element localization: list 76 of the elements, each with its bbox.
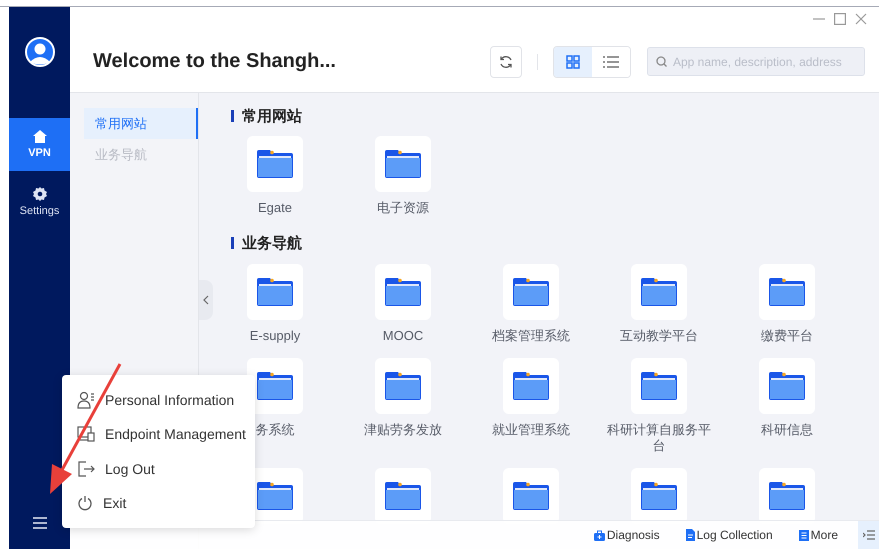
grid-view-button[interactable]: [554, 46, 592, 76]
app-tile[interactable]: [631, 358, 687, 414]
folder-icon: [641, 278, 677, 306]
settings-icon: [32, 186, 46, 200]
indent-icon[interactable]: [858, 521, 879, 549]
folder-icon: [385, 482, 421, 510]
avatar[interactable]: [24, 37, 54, 67]
app-tile[interactable]: [247, 358, 303, 414]
power-icon: [77, 495, 93, 512]
sidebar-item[interactable]: VPN: [9, 118, 70, 171]
folder-icon: [513, 372, 549, 400]
collapse-button[interactable]: [199, 280, 213, 320]
footer-link[interactable]: More: [798, 528, 838, 542]
refresh-button[interactable]: [490, 46, 522, 78]
app-label: E-supply: [250, 328, 300, 344]
search-icon: [656, 56, 667, 67]
app-tile[interactable]: [247, 264, 303, 320]
section-title: 业务导航: [242, 234, 302, 252]
menu-item[interactable]: Exit: [62, 486, 255, 520]
home-icon: [32, 130, 46, 143]
folder-icon: [257, 482, 293, 510]
folder-icon: [769, 372, 805, 400]
folder-icon: [385, 278, 421, 306]
app-label: 电子资源: [377, 200, 429, 216]
app-label: 务系统: [256, 422, 294, 438]
folder-icon: [769, 482, 805, 510]
app-tile[interactable]: [375, 264, 431, 320]
app-tile[interactable]: [503, 358, 559, 414]
person-icon: [77, 390, 95, 409]
folder-icon: [385, 372, 421, 400]
section-title: 常用网站: [242, 106, 302, 126]
nav-item[interactable]: 常用网站: [84, 108, 198, 139]
grid-icon: [566, 54, 580, 68]
app-tile[interactable]: [375, 358, 431, 414]
devices-icon: [77, 426, 95, 442]
folder-icon: [257, 372, 293, 400]
app-tile[interactable]: [375, 136, 431, 192]
app-tile[interactable]: [247, 136, 303, 192]
app-label: 科研信息: [761, 422, 813, 438]
footer-link[interactable]: Diagnosis: [594, 528, 660, 542]
folder-icon: [385, 150, 421, 178]
menu-item[interactable]: Log Out: [62, 452, 255, 486]
document-icon: [686, 529, 695, 541]
menu-item[interactable]: Endpoint Management: [62, 417, 255, 452]
folder-icon: [641, 372, 677, 400]
maximize-icon[interactable]: [834, 13, 846, 25]
folder-icon: [641, 482, 677, 510]
toolbox-icon: [594, 530, 605, 540]
logout-icon: [77, 460, 95, 477]
refresh-icon: [499, 54, 513, 68]
app-label: 科研计算自服务平台: [606, 422, 712, 454]
folder-icon: [513, 482, 549, 510]
close-icon[interactable]: [855, 13, 867, 25]
app-label: 互动教学平台: [620, 328, 698, 344]
app-label: MOOC: [382, 328, 424, 344]
app-tile[interactable]: [503, 264, 559, 320]
list-icon: [603, 56, 619, 68]
app-label: Egate: [258, 200, 292, 216]
app-tile[interactable]: [631, 264, 687, 320]
chevron-left-icon: [203, 295, 209, 305]
folder-icon: [513, 278, 549, 306]
folder-icon: [257, 150, 293, 178]
folder-icon: [769, 278, 805, 306]
app-label: 缴费平台: [761, 328, 813, 344]
app-tile[interactable]: [759, 264, 815, 320]
app-label: 档案管理系统: [492, 328, 570, 344]
sidebar-item[interactable]: Settings: [9, 179, 70, 224]
app-label: 津贴劳务发放: [364, 422, 442, 438]
app-tile[interactable]: [759, 358, 815, 414]
footer-link[interactable]: Log Collection: [686, 528, 773, 542]
list-icon: [798, 530, 809, 540]
menu-icon[interactable]: [32, 517, 46, 529]
folder-icon: [257, 278, 293, 306]
menu-item[interactable]: Personal Information: [62, 382, 255, 417]
window-title: Welcome to the Shangh...: [93, 50, 336, 73]
app-label: 就业管理系统: [492, 422, 570, 438]
